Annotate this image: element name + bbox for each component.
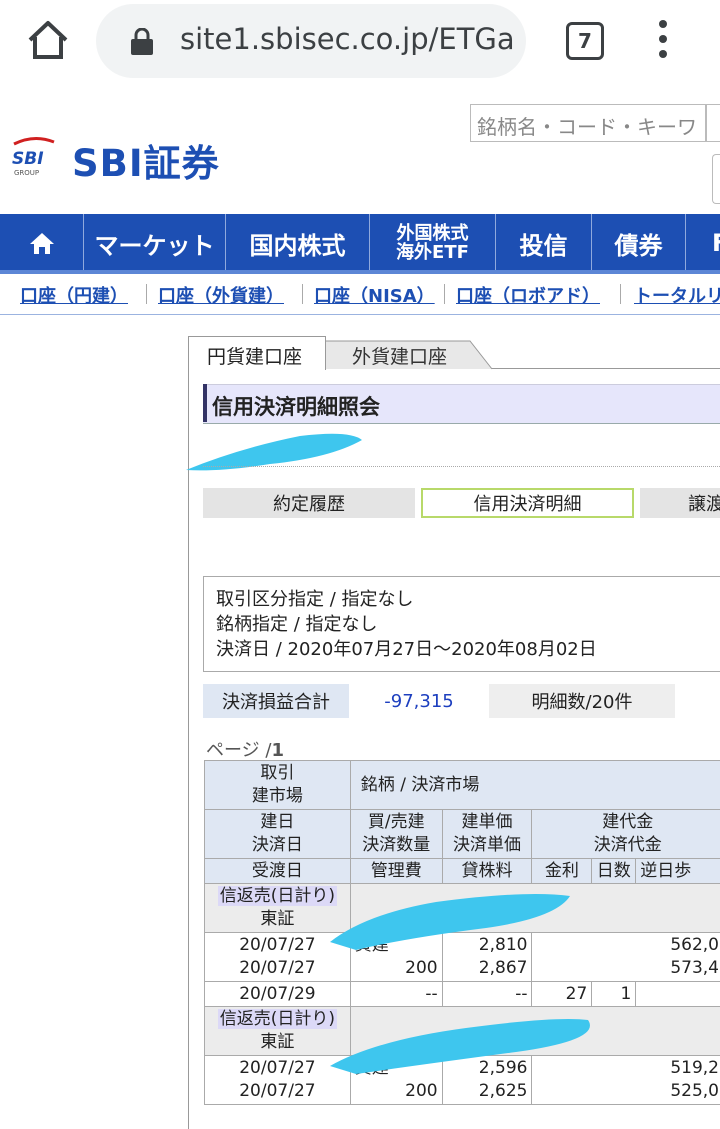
page-indicator-prefix: ページ / [206, 740, 271, 761]
mgmt-fee-cell: -- [350, 982, 442, 1007]
table-row: 20/07/29 -- -- 27 1 [205, 982, 720, 1007]
header-interest: 金利 [532, 859, 592, 884]
header-prices: 建単価決済単価 [442, 810, 532, 859]
header-settle-date: 受渡日 [205, 859, 351, 884]
nav-home[interactable] [0, 214, 84, 272]
separator [146, 284, 147, 304]
tab-foreign-account[interactable]: 外貨建口座 [352, 342, 447, 369]
nav-market[interactable]: マーケット [84, 214, 226, 272]
nav-overseas-etf-label: 海外ETF [396, 243, 469, 262]
separator [302, 284, 303, 304]
header-symbol: 銘柄 / 決済市場 [350, 761, 720, 810]
condition-trade-type: 取引区分指定 / 指定なし [216, 587, 710, 612]
nav-bonds[interactable]: 債券 [592, 214, 686, 272]
page-number: 1 [271, 740, 284, 761]
svg-text:GROUP: GROUP [14, 169, 39, 177]
main-nav: マーケット 国内株式 外国株式 海外ETF 投信 債券 F [0, 214, 720, 272]
header-side-qty: 買/売建決済数量 [350, 810, 442, 859]
redaction-mark [180, 428, 370, 482]
svg-text:SBI: SBI [12, 149, 44, 169]
link-account-nisa[interactable]: 口座（NISA） [314, 282, 435, 308]
subtab-trade-history[interactable]: 約定履歴 [203, 488, 415, 518]
header-days: 日数 [592, 859, 636, 884]
header-trade-market: 取引建市場 [205, 761, 351, 810]
subtab-transfer[interactable]: 譲渡 [640, 488, 720, 518]
page-indicator: ページ /1 [206, 736, 284, 762]
settle-date-cell: 20/07/29 [205, 982, 351, 1007]
lending-fee-cell: -- [442, 982, 532, 1007]
redaction-mark [326, 884, 576, 956]
condition-symbol: 銘柄指定 / 指定なし [216, 612, 710, 637]
nav-investment-trust[interactable]: 投信 [496, 214, 592, 272]
pl-total-value: -97,315 [352, 684, 486, 718]
title-accent [203, 384, 207, 422]
browser-toolbar: site1.sbisec.co.jp/ETGa 7 [0, 0, 720, 96]
link-account-yen[interactable]: 口座（円建） [20, 282, 128, 308]
lock-icon [130, 28, 154, 56]
subtab-margin-settlement[interactable]: 信用決済明細 [421, 488, 634, 518]
separator [444, 284, 445, 304]
account-links: 口座（円建） 口座（外貨建） 口座（NISA） 口座（ロボアド） トータルリ [0, 282, 720, 308]
search-button[interactable] [706, 104, 720, 142]
nav-foreign-stocks-label: 外国株式 [397, 224, 469, 243]
header-button[interactable] [712, 154, 720, 204]
url-text: site1.sbisec.co.jp/ETGa [180, 22, 515, 56]
more-menu-icon[interactable] [656, 20, 670, 60]
nav-underline [0, 270, 720, 274]
site-logo[interactable]: SBI証券 [72, 133, 220, 187]
header-lending-fee: 貸株料 [442, 859, 532, 884]
tab-yen-account[interactable]: 円貨建口座 [188, 336, 326, 370]
link-account-foreign[interactable]: 口座（外貨建） [158, 282, 284, 308]
sbi-logo-mark[interactable]: SBI GROUP [10, 134, 58, 178]
home-icon[interactable] [24, 18, 72, 62]
header-reverse-fee: 逆日歩 [636, 859, 720, 884]
detail-count: 明細数/20件 [489, 684, 675, 718]
header-mgmt-fee: 管理費 [350, 859, 442, 884]
page-title: 信用決済明細照会 [212, 391, 380, 421]
link-account-robo[interactable]: 口座（ロボアド） [456, 282, 600, 308]
reverse-fee-cell [636, 982, 720, 1007]
nav-more[interactable]: F [686, 214, 720, 272]
home-icon [29, 231, 55, 255]
search-conditions: 取引区分指定 / 指定なし 銘柄指定 / 指定なし 決済日 / 2020年07月… [203, 576, 720, 672]
dotted-divider [203, 466, 720, 467]
condition-settle-date: 決済日 / 2020年07月27日〜2020年08月02日 [216, 637, 710, 662]
pl-total-label: 決済損益合計 [203, 684, 349, 718]
tab-switcher-button[interactable]: 7 [566, 22, 604, 60]
nav-foreign-stocks[interactable]: 外国株式 海外ETF [370, 214, 496, 272]
header-amounts: 建代金決済代金 [532, 810, 720, 859]
header-dates: 建日決済日 [205, 810, 351, 859]
interest-cell: 27 [532, 982, 592, 1007]
address-bar[interactable]: site1.sbisec.co.jp/ETGa [96, 4, 526, 78]
nav-domestic-stocks[interactable]: 国内株式 [226, 214, 370, 272]
redaction-mark [326, 1012, 606, 1080]
divider [0, 314, 720, 315]
search-input[interactable]: 銘柄名・コード・キーワ [470, 104, 706, 142]
separator [620, 284, 621, 304]
link-total[interactable]: トータルリ [634, 282, 720, 308]
days-cell: 1 [592, 982, 636, 1007]
